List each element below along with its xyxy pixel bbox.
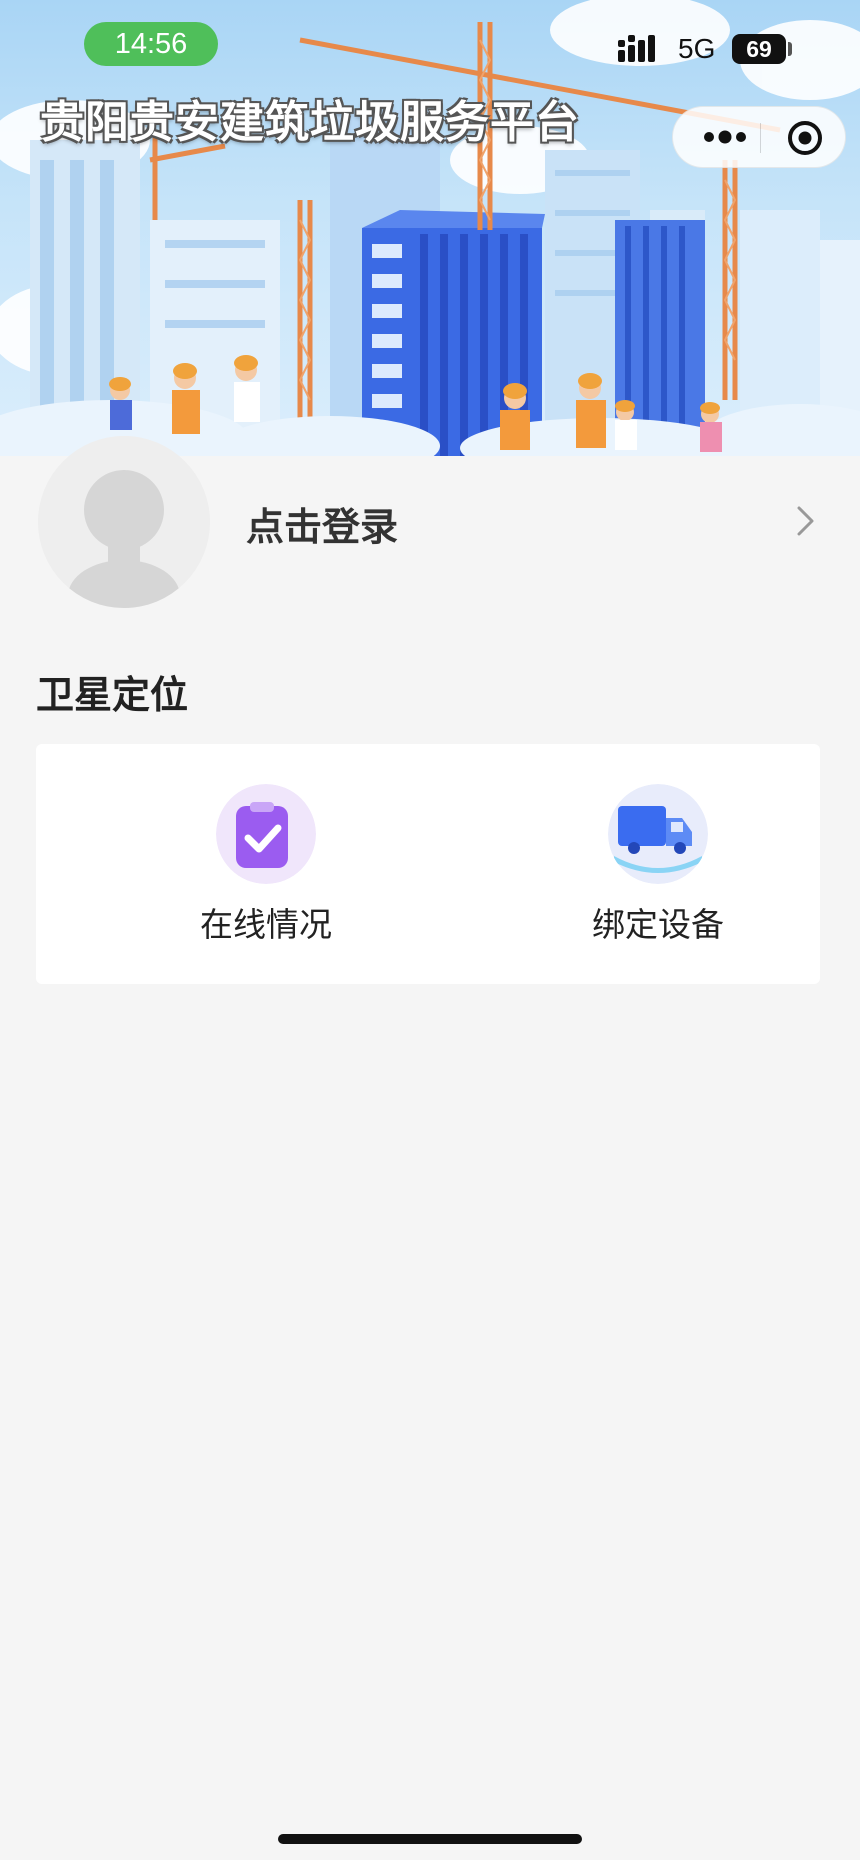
bind-device-tile[interactable]: 绑定设备 <box>528 784 788 944</box>
battery-icon <box>788 42 792 56</box>
bind-device-label: 绑定设备 <box>592 905 724 944</box>
chevron-right-icon <box>797 506 814 536</box>
online-status-label: 在线情况 <box>200 905 332 944</box>
default-avatar-icon[interactable] <box>38 436 210 608</box>
truck-icon <box>608 784 708 884</box>
section-title: 卫星定位 <box>36 673 189 717</box>
header-banner: 14:56 5G 69 贵阳贵安建筑垃圾服务平台 <box>0 0 860 456</box>
network-type: 5G <box>678 33 716 64</box>
clipboard-check-icon <box>216 784 316 884</box>
avatar-silhouette <box>38 436 210 608</box>
battery-level: 69 <box>732 34 786 64</box>
target-close-icon[interactable] <box>785 118 825 158</box>
satellite-card: 在线情况 绑定设备 <box>36 744 820 984</box>
construction-illustration <box>0 0 860 456</box>
signal-icon <box>618 35 655 62</box>
page-title: 贵阳贵安建筑垃圾服务平台 <box>40 97 580 148</box>
online-status-tile[interactable]: 在线情况 <box>136 784 396 944</box>
capsule-divider <box>760 123 761 153</box>
login-label[interactable]: 点击登录 <box>246 496 398 551</box>
status-time: 14:56 <box>84 22 218 66</box>
mini-program-capsule <box>672 106 846 168</box>
more-dots-icon[interactable] <box>697 125 753 149</box>
home-indicator[interactable] <box>278 1834 582 1844</box>
